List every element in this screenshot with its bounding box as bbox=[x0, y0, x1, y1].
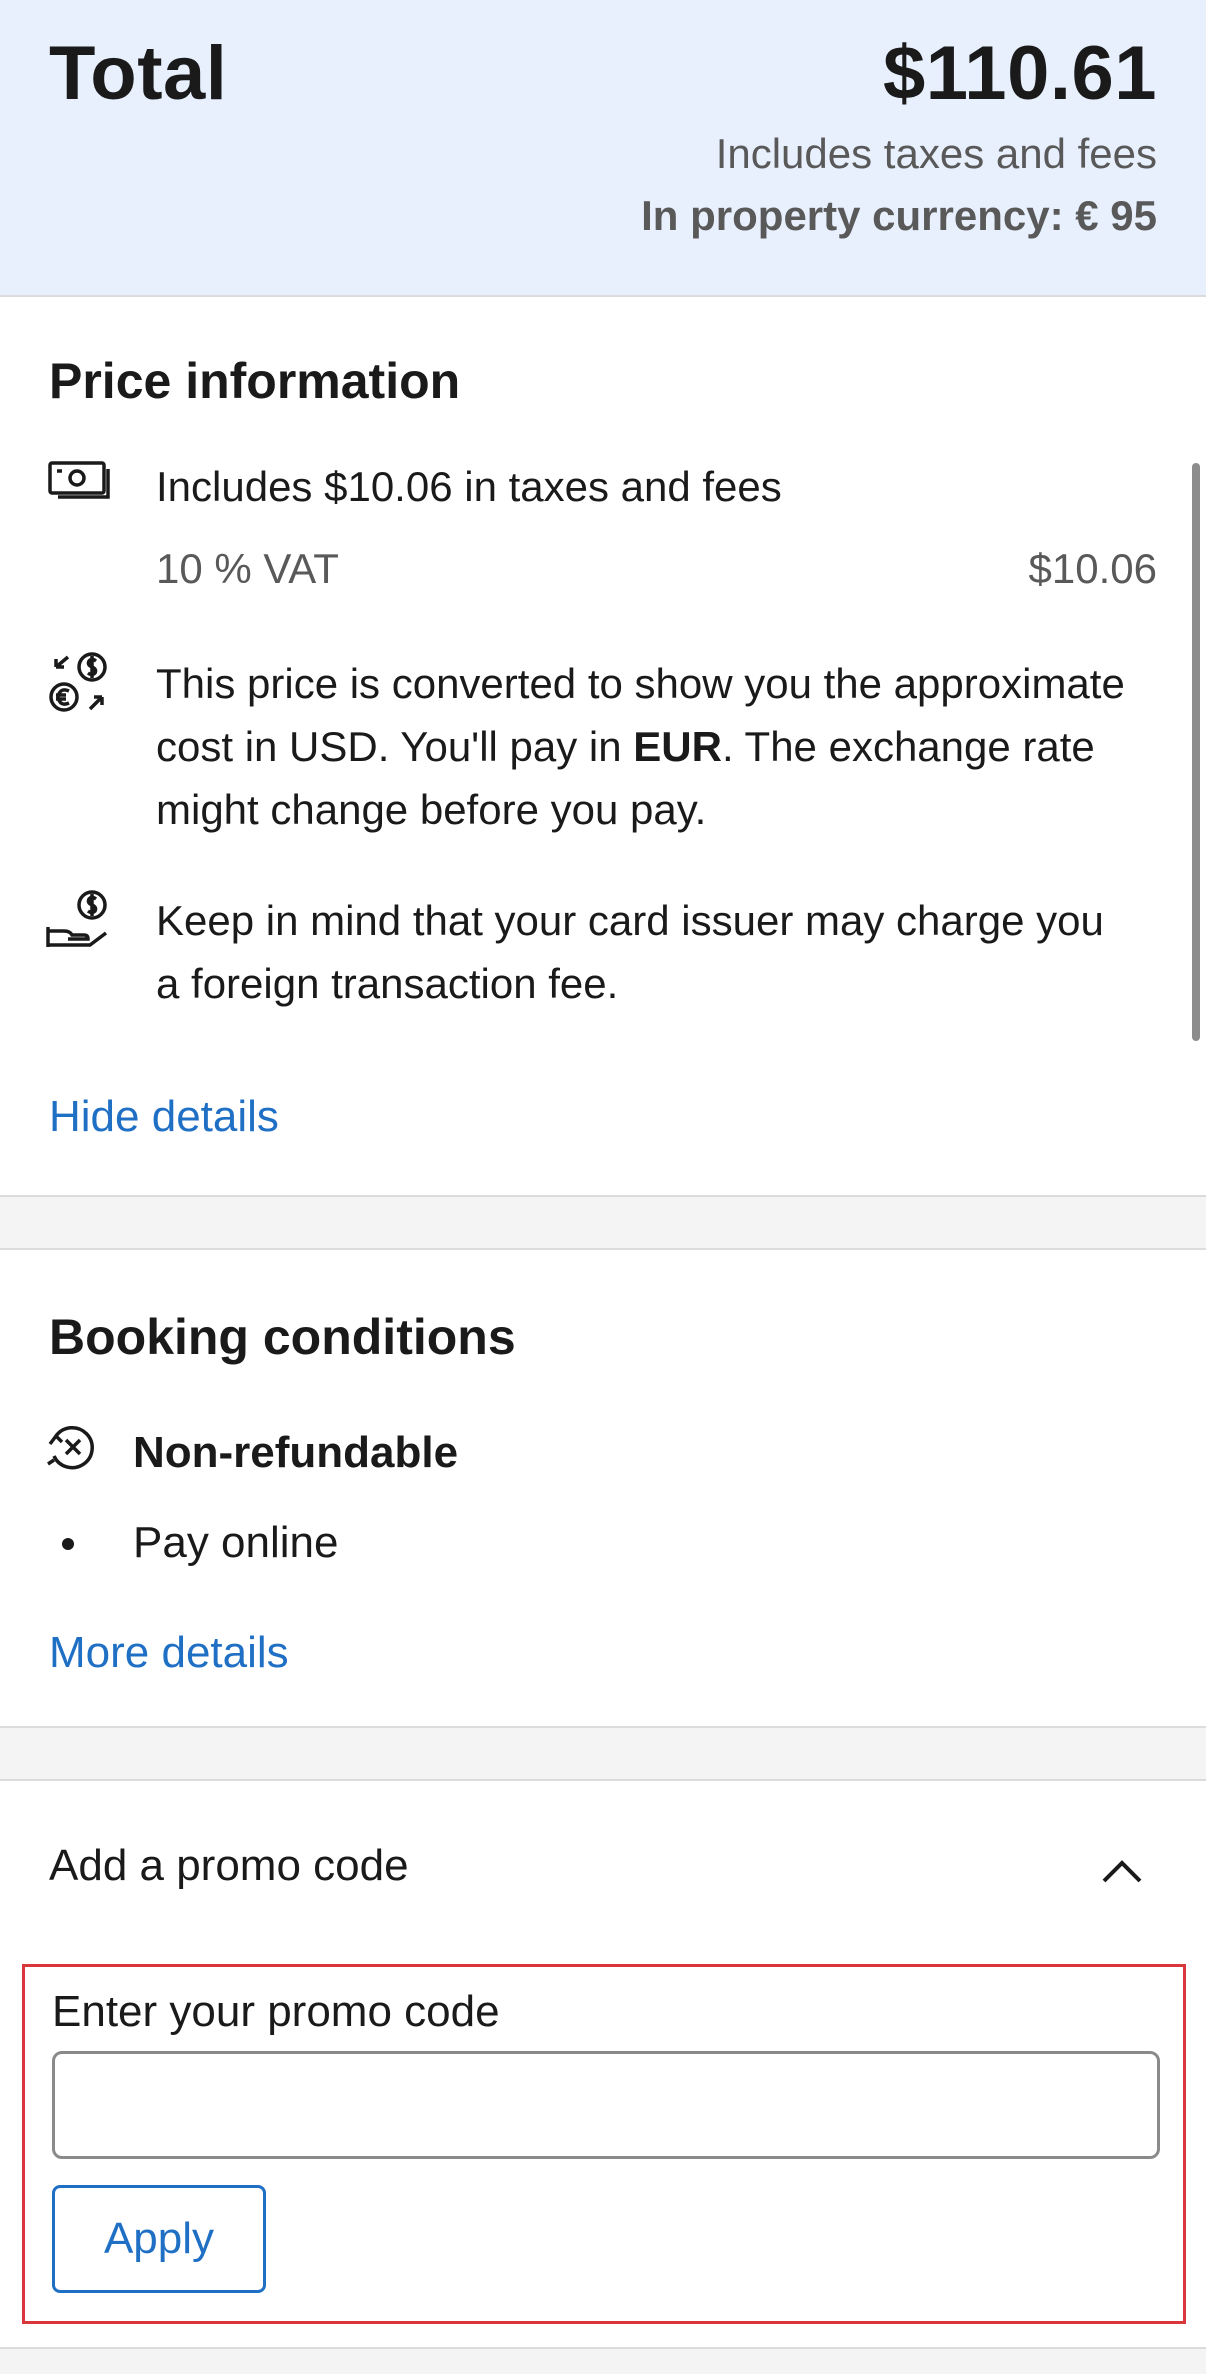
promo-code-input[interactable] bbox=[52, 2051, 1160, 2159]
vat-amount: $10.06 bbox=[1028, 545, 1157, 592]
total-label: Total bbox=[49, 31, 228, 116]
promo-code-card: Add a promo code Enter your promo code A… bbox=[0, 1779, 1206, 2349]
bullet-dot bbox=[62, 1538, 74, 1550]
booking-conditions-card: Booking conditions Non-refundable Pay on… bbox=[0, 1248, 1206, 1728]
vat-label: 10 % VAT bbox=[156, 545, 339, 592]
cash-icon bbox=[44, 447, 114, 517]
promo-entry-section: Enter your promo code Apply bbox=[22, 1964, 1186, 2324]
booking-conditions-title: Booking conditions bbox=[49, 1309, 516, 1365]
apply-button[interactable]: Apply bbox=[52, 2185, 266, 2293]
non-refundable-icon bbox=[44, 1420, 100, 1476]
conversion-currency: EUR bbox=[633, 723, 722, 770]
card-fee-note: Keep in mind that your card issuer may c… bbox=[156, 897, 1104, 1007]
price-information-title: Price information bbox=[49, 353, 461, 409]
promo-field-label: Enter your promo code bbox=[52, 1987, 500, 2036]
more-details-link[interactable]: More details bbox=[49, 1628, 289, 1678]
property-currency-note: In property currency: € 95 bbox=[641, 192, 1157, 239]
hand-dollar-icon bbox=[44, 887, 114, 957]
chevron-up-icon[interactable] bbox=[1098, 1847, 1146, 1895]
total-header: Total $110.61 Includes taxes and fees In… bbox=[0, 0, 1206, 297]
pay-online-label: Pay online bbox=[133, 1518, 339, 1567]
promo-toggle-label[interactable]: Add a promo code bbox=[49, 1841, 409, 1891]
non-refundable-label: Non-refundable bbox=[133, 1428, 459, 1477]
scrollbar-thumb[interactable] bbox=[1192, 463, 1200, 1041]
total-amount: $110.61 bbox=[882, 31, 1157, 116]
taxes-included-text: Includes $10.06 in taxes and fees bbox=[156, 463, 782, 510]
price-summary-page: Total $110.61 Includes taxes and fees In… bbox=[0, 0, 1206, 2374]
currency-exchange-icon bbox=[44, 647, 114, 717]
taxes-note: Includes taxes and fees bbox=[715, 130, 1157, 177]
price-information-card: Price information Includes $10.06 in tax… bbox=[0, 297, 1206, 1197]
hide-details-link[interactable]: Hide details bbox=[49, 1092, 279, 1142]
conversion-note: This price is converted to show you the … bbox=[156, 652, 1126, 841]
